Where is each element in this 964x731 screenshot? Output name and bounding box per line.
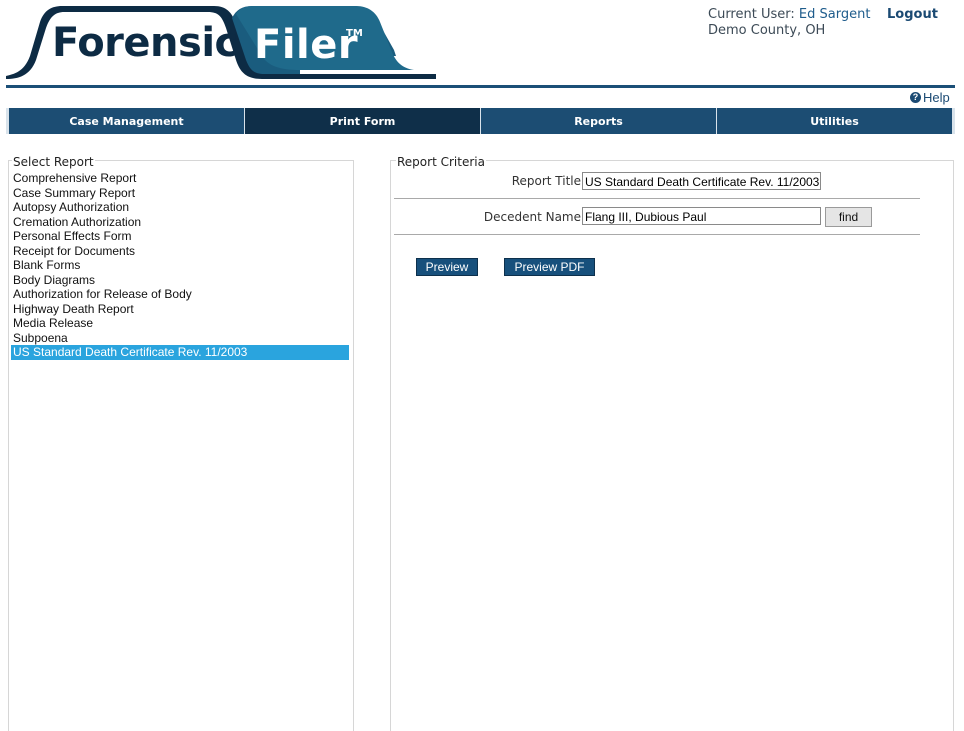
- help-link[interactable]: ? Help: [910, 90, 950, 105]
- report-item-blank-forms[interactable]: Blank Forms: [11, 258, 349, 273]
- tab-print-form[interactable]: Print Form: [244, 108, 480, 134]
- header-divider: [6, 85, 955, 88]
- tab-reports[interactable]: Reports: [480, 108, 716, 134]
- report-criteria-panel: [390, 160, 954, 731]
- report-item-media-release[interactable]: Media Release: [11, 316, 349, 331]
- report-criteria-legend: Report Criteria: [396, 155, 486, 169]
- help-label: Help: [923, 90, 950, 105]
- report-item-release-of-body[interactable]: Authorization for Release of Body: [11, 287, 349, 302]
- main-nav: Case Management Print Form Reports Utili…: [6, 108, 955, 134]
- report-item-highway-death[interactable]: Highway Death Report: [11, 302, 349, 317]
- preview-pdf-button[interactable]: Preview PDF: [504, 258, 595, 276]
- county-label: Demo County, OH: [708, 23, 826, 38]
- decedent-name-label: Decedent Name: [483, 210, 581, 224]
- report-item-comprehensive[interactable]: Comprehensive Report: [11, 171, 349, 186]
- criteria-divider-1: [394, 198, 920, 199]
- report-item-case-summary[interactable]: Case Summary Report: [11, 186, 349, 201]
- logo-trademark: TM: [346, 28, 363, 39]
- report-item-cremation-authorization[interactable]: Cremation Authorization: [11, 215, 349, 230]
- report-title-field[interactable]: US Standard Death Certificate Rev. 11/20…: [582, 172, 821, 190]
- report-item-subpoena[interactable]: Subpoena: [11, 331, 349, 346]
- logo-word-filer: Filer: [254, 22, 359, 68]
- help-circle-icon: ?: [910, 92, 921, 103]
- select-report-legend: Select Report: [12, 155, 95, 169]
- find-button[interactable]: find: [825, 207, 872, 227]
- current-user-label: Current User:: [708, 7, 795, 22]
- logout-link[interactable]: Logout: [887, 7, 938, 22]
- current-user-info: Current User: Ed Sargent Demo County, OH: [708, 7, 870, 39]
- logo-word-forensic: Forensic: [52, 20, 238, 66]
- current-user-name[interactable]: Ed Sargent: [799, 7, 871, 22]
- report-title-label: Report Title: [511, 174, 581, 188]
- report-item-death-certificate[interactable]: US Standard Death Certificate Rev. 11/20…: [11, 345, 349, 360]
- tab-case-management[interactable]: Case Management: [6, 108, 244, 134]
- tab-utilities[interactable]: Utilities: [716, 108, 955, 134]
- decedent-name-field[interactable]: Flang III, Dubious Paul: [582, 207, 821, 225]
- report-item-body-diagrams[interactable]: Body Diagrams: [11, 273, 349, 288]
- report-list[interactable]: Comprehensive Report Case Summary Report…: [11, 171, 349, 360]
- report-item-autopsy-authorization[interactable]: Autopsy Authorization: [11, 200, 349, 215]
- criteria-divider-2: [394, 234, 920, 235]
- preview-button[interactable]: Preview: [416, 258, 478, 276]
- report-item-personal-effects[interactable]: Personal Effects Form: [11, 229, 349, 244]
- report-item-receipt-documents[interactable]: Receipt for Documents: [11, 244, 349, 259]
- forensic-filer-logo: Forensic Filer TM: [0, 0, 440, 84]
